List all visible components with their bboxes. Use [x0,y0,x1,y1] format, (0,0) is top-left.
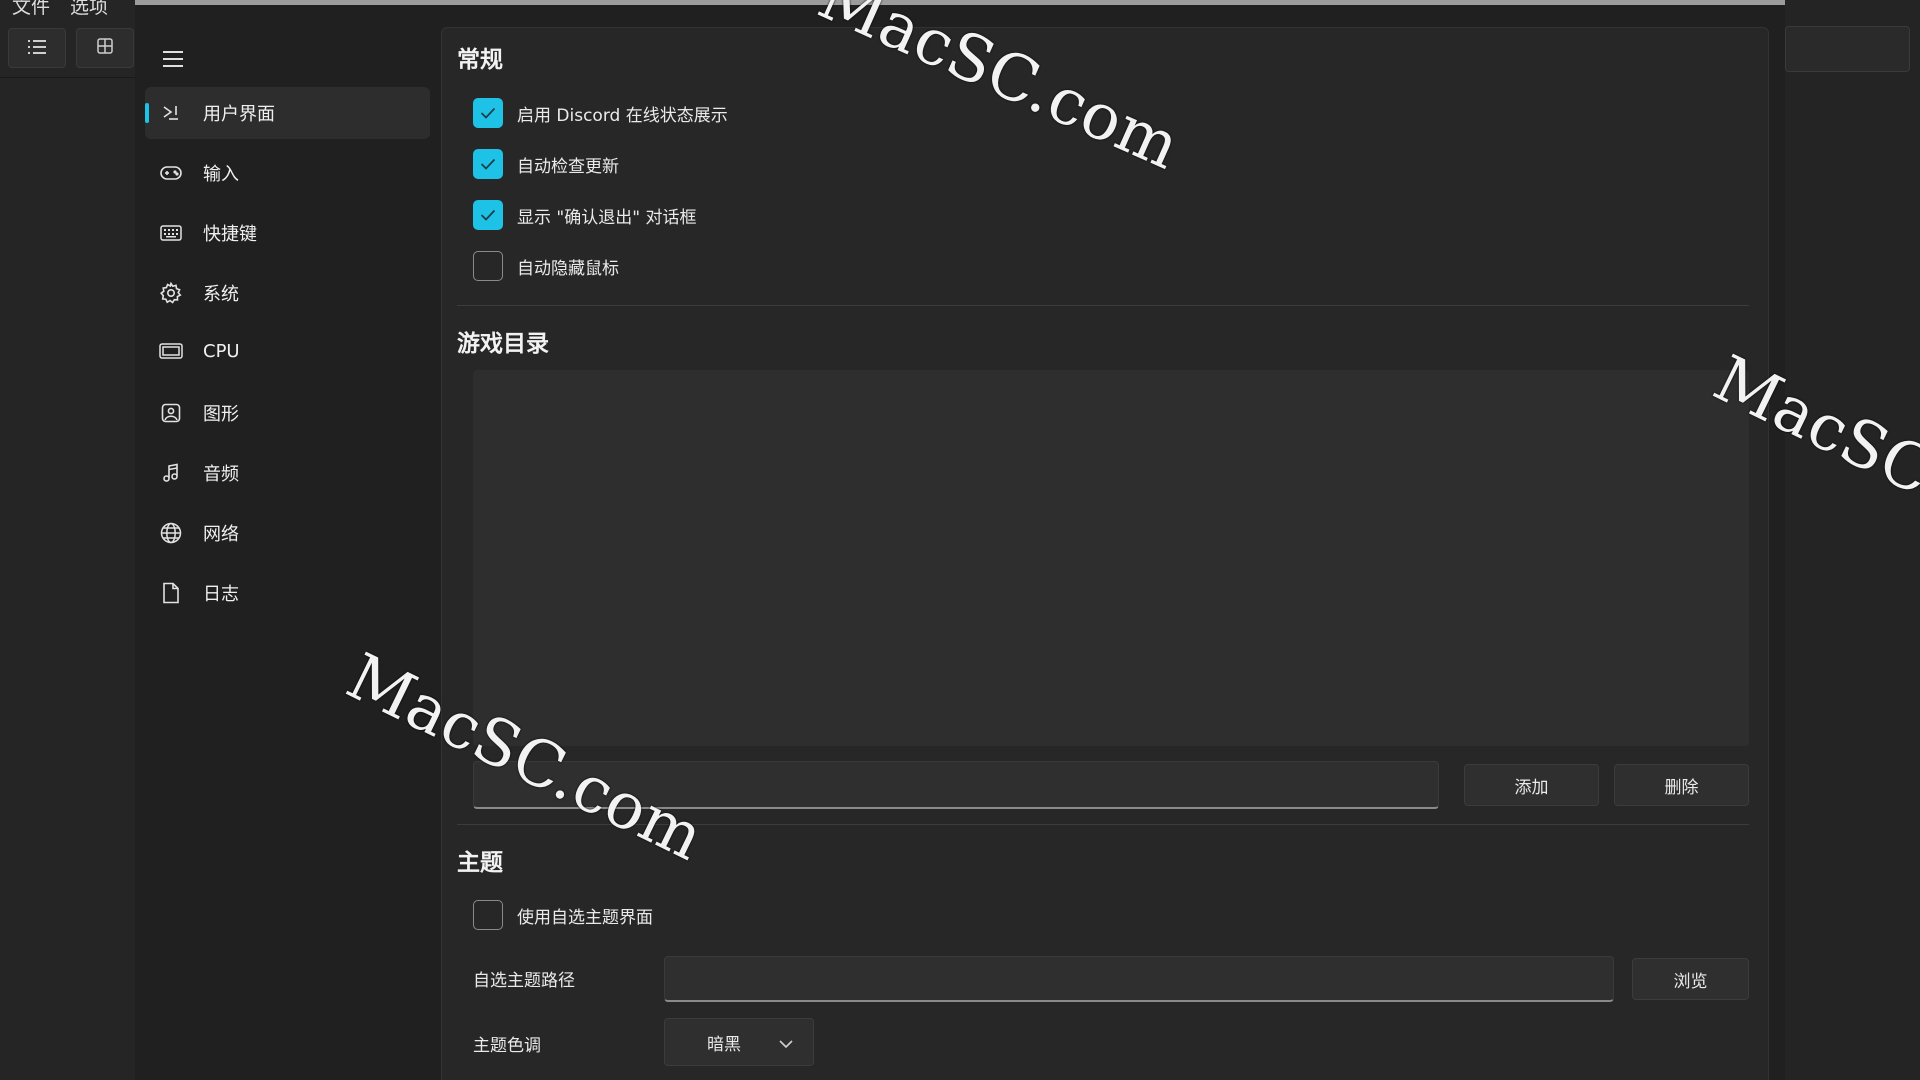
hamburger-icon[interactable] [161,47,185,71]
remove-directory-button[interactable]: 删除 [1614,764,1749,806]
option-auto-hide-cursor[interactable]: 自动隐藏鼠标 [473,251,619,281]
checkbox-discord-presence[interactable] [473,98,503,128]
option-label: 启用 Discord 在线状态展示 [517,105,728,126]
nav-item-label: 用户界面 [203,104,275,125]
theme-color-value: 暗黑 [707,1034,741,1055]
grid-view-button[interactable] [76,28,134,68]
grid-icon [97,38,113,58]
checkmark-icon [480,155,496,174]
nav-item-label: CPU [203,340,240,362]
checkbox-custom-theme[interactable] [473,900,503,930]
list-icon [28,39,46,58]
nav-item-audio[interactable]: 音频 [145,447,430,499]
section-title-theme: 主题 [457,850,503,876]
menu-options[interactable]: 选项 [70,0,108,18]
background-toolbar [0,22,135,78]
settings-dialog: 用户界面 输入 快捷键 系统 CPU 图形 音频 网络 日志 常规 启用 Dis… [135,0,1785,1080]
browse-button[interactable]: 浏览 [1632,958,1749,1000]
background-search-field [1785,26,1910,72]
globe-icon [159,521,183,545]
cpu-icon [159,339,183,363]
active-indicator [145,103,149,123]
nav-item-label: 音频 [203,464,239,485]
section-title-game-dirs: 游戏目录 [457,331,549,357]
nav-item-label: 快捷键 [203,224,257,245]
music-icon [159,461,183,485]
theme-color-label: 主题色调 [473,1036,541,1056]
nav-item-graphics[interactable]: 图形 [145,387,430,439]
background-app-right [1785,0,1920,1080]
nav-item-hotkeys[interactable]: 快捷键 [145,207,430,259]
section-divider [457,305,1749,306]
background-app-left [0,0,135,1080]
gear-icon [159,281,183,305]
section-title-general: 常规 [457,47,503,73]
background-menubar: 文件 选项 [0,0,108,18]
option-custom-theme[interactable]: 使用自选主题界面 [473,900,653,930]
game-directory-list[interactable] [473,370,1749,746]
settings-content-panel: 常规 启用 Discord 在线状态展示 自动检查更新 显示 "确认退出" 对话… [441,27,1769,1080]
nav-item-input[interactable]: 输入 [145,147,430,199]
option-auto-update[interactable]: 自动检查更新 [473,149,619,179]
theme-color-select[interactable]: 暗黑 [664,1018,814,1066]
document-icon [159,581,183,605]
nav-item-ui[interactable]: 用户界面 [145,87,430,139]
gamepad-icon [159,161,183,185]
nav-item-label: 网络 [203,524,239,545]
option-label: 自动检查更新 [517,156,619,177]
checkbox-auto-hide-cursor[interactable] [473,251,503,281]
nav-item-cpu[interactable]: CPU [145,325,430,377]
image-icon [159,401,183,425]
list-view-button[interactable] [8,28,66,68]
nav-item-label: 日志 [203,584,239,605]
checkmark-icon [480,104,496,123]
add-directory-button[interactable]: 添加 [1464,764,1599,806]
option-label: 自动隐藏鼠标 [517,258,619,279]
checkbox-confirm-exit[interactable] [473,200,503,230]
custom-theme-path-label: 自选主题路径 [473,971,575,991]
option-discord-presence[interactable]: 启用 Discord 在线状态展示 [473,98,728,128]
screen: 文件 选项 用户界面 输入 快捷键 系统 CPU 图形 音频 网络 日志 常规 … [0,0,1920,1080]
nav-item-label: 系统 [203,284,239,305]
ui-icon [159,101,183,125]
chevron-down-icon [779,1034,793,1053]
checkbox-auto-update[interactable] [473,149,503,179]
keyboard-icon [159,221,183,245]
option-confirm-exit[interactable]: 显示 "确认退出" 对话框 [473,200,696,230]
menu-file[interactable]: 文件 [12,0,50,18]
option-label: 使用自选主题界面 [517,907,653,928]
nav-item-label: 输入 [203,164,239,185]
nav-item-network[interactable]: 网络 [145,507,430,559]
nav-item-system[interactable]: 系统 [145,267,430,319]
nav-item-logs[interactable]: 日志 [145,567,430,619]
nav-item-label: 图形 [203,404,239,425]
settings-nav: 用户界面 输入 快捷键 系统 CPU 图形 音频 网络 日志 [135,5,440,1080]
option-label: 显示 "确认退出" 对话框 [517,207,697,228]
custom-theme-path-input[interactable] [664,956,1614,1002]
checkmark-icon [480,206,496,225]
